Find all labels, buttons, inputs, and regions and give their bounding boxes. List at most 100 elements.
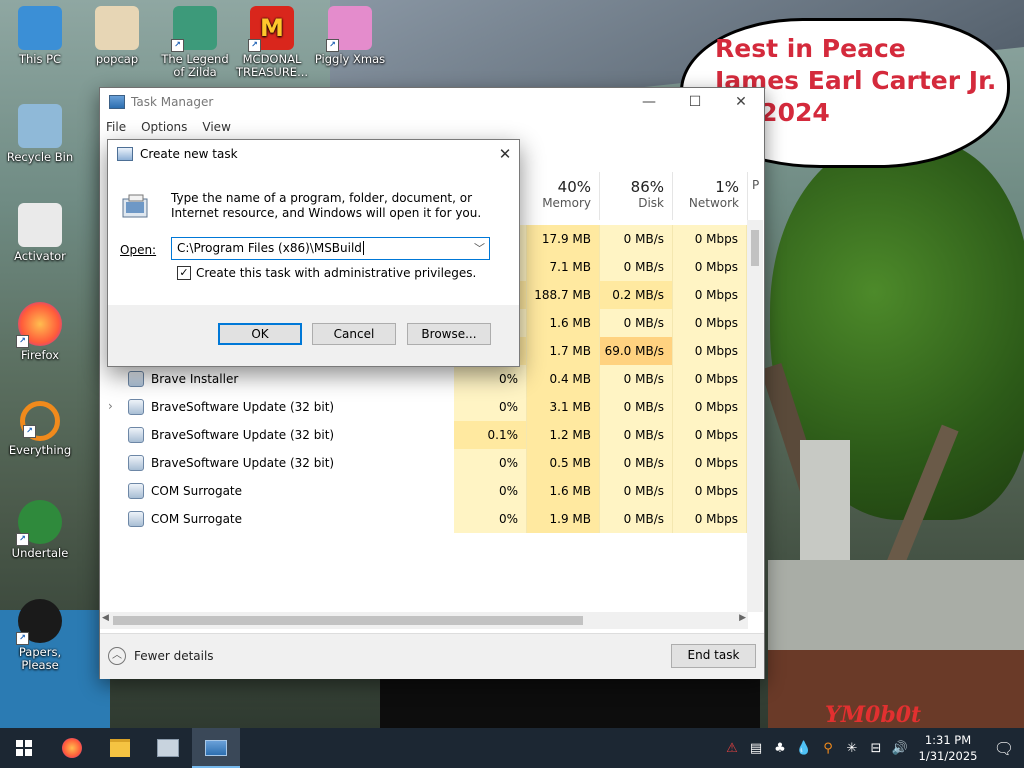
desktop-icon-undertale[interactable]: ↗ Undertale <box>0 500 80 560</box>
scroll-thumb[interactable] <box>113 616 583 625</box>
cell-cpu: 0% <box>454 477 527 505</box>
open-input[interactable]: C:\Program Files (x86)\MSBuild ﹀ <box>171 237 490 260</box>
menu-view[interactable]: View <box>202 120 230 134</box>
desktop-icon-legend-of-zilda[interactable]: ↗ The Legend of Zilda <box>155 6 235 79</box>
dialog-description: Type the name of a program, folder, docu… <box>171 191 482 220</box>
taskbar: ⚠ ▤ ♣ 💧 ⚲ ✳ ⊟ 🔊 1:31 PM 1/31/2025 🗨 <box>0 728 1024 768</box>
warning-icon[interactable]: ⚠ <box>720 741 744 756</box>
close-icon[interactable]: ✕ <box>491 145 519 163</box>
chevron-down-icon[interactable]: ﹀ <box>474 240 485 256</box>
firefox-icon: ↗ <box>16 302 62 348</box>
taskbar-firefox[interactable] <box>48 728 96 768</box>
process-icon <box>128 371 144 387</box>
open-label: Open: <box>120 243 156 257</box>
desktop-icon-label: Undertale <box>11 546 69 560</box>
monitor-icon[interactable]: ▤ <box>744 741 768 756</box>
cell-disk: 0 MB/s <box>600 421 673 449</box>
table-row[interactable]: COM Surrogate 0% 1.9 MB 0 MB/s 0 Mbps <box>100 505 748 533</box>
volume-icon[interactable]: 🔊 <box>888 741 912 756</box>
menu-file[interactable]: File <box>106 120 126 134</box>
computer-icon <box>18 6 62 50</box>
desktop-icon-mcdonal-treasure[interactable]: M ↗ MCDONAL TREASURE... <box>232 6 312 79</box>
admin-privileges-label: Create this task with administrative pri… <box>196 266 477 280</box>
cell-disk: 0 MB/s <box>600 505 673 533</box>
desktop-icon-activator[interactable]: Activator <box>0 203 80 263</box>
game-icon: ↗ <box>16 500 62 546</box>
desktop-icon-label: Activator <box>14 249 66 263</box>
droplet-icon[interactable]: 💧 <box>792 741 816 756</box>
start-button[interactable] <box>0 728 48 768</box>
cell-memory: 1.7 MB <box>527 337 600 365</box>
taskbar-task-manager[interactable] <box>192 728 240 768</box>
scroll-thumb[interactable] <box>751 230 759 266</box>
cell-network: 0 Mbps <box>673 253 747 281</box>
network-icon[interactable]: ⊟ <box>864 741 888 756</box>
column-pct: 1% <box>715 178 739 196</box>
table-row[interactable]: COM Surrogate 0% 1.6 MB 0 MB/s 0 Mbps <box>100 477 748 505</box>
desktop-icon-label: The Legend of Zilda <box>161 52 229 79</box>
browse-button[interactable]: Browse... <box>407 323 491 345</box>
desktop-icon-label: Papers, Please <box>18 645 62 672</box>
notification-icon[interactable]: 🗨 <box>984 739 1024 758</box>
snowflake-icon[interactable]: ✳ <box>840 741 864 756</box>
column-network[interactable]: 1% Network <box>673 172 748 220</box>
dialog-titlebar[interactable]: Create new task ✕ <box>108 140 519 168</box>
horizontal-scrollbar[interactable]: ◀ ▶ <box>100 612 748 629</box>
close-button[interactable]: ✕ <box>718 88 764 116</box>
cell-memory: 1.9 MB <box>527 505 600 533</box>
desktop-icon-papers-please[interactable]: ↗ Papers, Please <box>0 599 80 672</box>
table-row[interactable]: Brave Installer 0% 0.4 MB 0 MB/s 0 Mbps <box>100 365 748 393</box>
scroll-left-icon[interactable]: ◀ <box>102 613 109 623</box>
column-memory[interactable]: 40% Memory <box>527 172 600 220</box>
maximize-button[interactable]: ☐ <box>672 88 718 116</box>
taskbar-file-explorer[interactable] <box>96 728 144 768</box>
table-row[interactable]: BraveSoftware Update (32 bit) 0% 0.5 MB 0 M… <box>100 449 748 477</box>
task-manager-titlebar[interactable]: Task Manager — ☐ ✕ <box>100 88 764 116</box>
column-label: Memory <box>542 196 591 210</box>
cell-network: 0 Mbps <box>673 505 747 533</box>
cell-memory: 3.1 MB <box>527 393 600 421</box>
fewer-details-button[interactable]: ︿ Fewer details <box>108 647 214 665</box>
table-row[interactable]: BraveSoftware Update (32 bit) 0.1% 1.2 MB 0… <box>100 421 748 449</box>
table-row[interactable]: › BraveSoftware Update (32 bit) 0% 3.1 MB 0 … <box>100 393 748 421</box>
cell-disk: 0.2 MB/s <box>600 281 673 309</box>
network-share-icon[interactable]: ♣ <box>768 741 792 756</box>
vertical-scrollbar[interactable] <box>747 220 763 612</box>
dialog-title: Create new task <box>140 147 238 161</box>
cell-network: 0 Mbps <box>673 421 747 449</box>
desktop-icon-firefox[interactable]: ↗ Firefox <box>0 302 80 362</box>
end-task-button[interactable]: End task <box>671 644 756 668</box>
cell-disk: 0 MB/s <box>600 449 673 477</box>
minimize-button[interactable]: — <box>626 88 672 116</box>
game-icon: ↗ <box>171 6 217 52</box>
column-disk[interactable]: 86% Disk <box>600 172 673 220</box>
admin-privileges-checkbox[interactable]: ✓ Create this task with administrative p… <box>177 266 476 280</box>
taskbar-app[interactable] <box>144 728 192 768</box>
cell-memory: 7.1 MB <box>527 253 600 281</box>
scroll-right-icon[interactable]: ▶ <box>739 613 746 623</box>
task-manager-footer: ︿ Fewer details End task <box>100 633 764 679</box>
search-icon[interactable]: ⚲ <box>816 741 840 756</box>
clock[interactable]: 1:31 PM 1/31/2025 <box>912 732 984 764</box>
desktop-icon-recycle-bin[interactable]: Recycle Bin <box>0 104 80 164</box>
recycle-bin-icon <box>18 104 62 148</box>
cell-cpu: 0% <box>454 393 527 421</box>
expand-chevron-icon[interactable]: › <box>108 399 113 413</box>
process-icon <box>128 427 144 443</box>
desktop-icon-piggly-xmas[interactable]: ↗ Piggly Xmas <box>310 6 390 66</box>
column-power[interactable]: P <box>748 172 764 220</box>
cell-memory: 1.6 MB <box>527 309 600 337</box>
desktop-icon-popcap[interactable]: popcap <box>77 6 157 66</box>
process-name: Brave Installer <box>151 372 239 386</box>
create-new-task-dialog: Create new task ✕ Type the name of a pro… <box>107 139 520 367</box>
menu-bar: File Options View <box>100 116 764 138</box>
ok-button[interactable]: OK <box>218 323 302 345</box>
run-icon <box>117 147 133 161</box>
process-icon <box>128 511 144 527</box>
cancel-button[interactable]: Cancel <box>312 323 396 345</box>
desktop-icon-this-pc[interactable]: This PC <box>0 6 80 66</box>
task-manager-icon <box>109 95 125 109</box>
desktop-icon-everything[interactable]: ↗ Everything <box>0 401 80 457</box>
menu-options[interactable]: Options <box>141 120 187 134</box>
process-name: BraveSoftware Update (32 bit) <box>151 400 335 414</box>
